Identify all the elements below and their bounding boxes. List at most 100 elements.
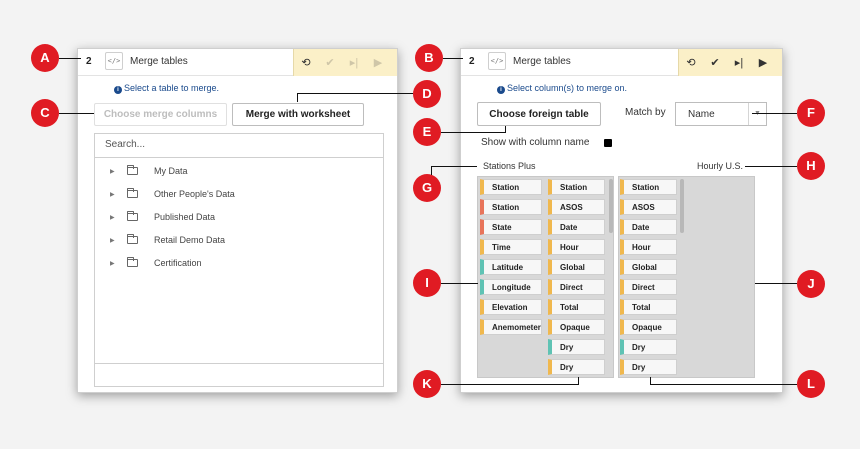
code-icon[interactable]: </> xyxy=(488,52,506,70)
undo-icon[interactable]: ⟲ xyxy=(679,49,703,76)
expand-caret-icon[interactable]: ▶ xyxy=(110,214,115,221)
expand-caret-icon[interactable]: ▶ xyxy=(110,237,115,244)
tree-item[interactable]: ▶ Other People's Data xyxy=(95,188,383,206)
column-chip[interactable]: Dry xyxy=(620,359,677,375)
callout-i: I xyxy=(413,269,441,297)
step-icon[interactable]: ▸| xyxy=(727,49,751,76)
tree-item-label: My Data xyxy=(154,166,188,176)
chevron-down-icon[interactable]: ▼ xyxy=(748,103,766,125)
table-browser: Search... ▶ My Data ▶ Other People's Dat… xyxy=(94,133,384,387)
callout-a: A xyxy=(31,44,59,72)
callout-leader-line xyxy=(441,384,579,385)
callout-d: D xyxy=(413,80,441,108)
callout-e: E xyxy=(413,118,441,146)
column-chip[interactable]: Hour xyxy=(548,239,605,255)
check-icon[interactable]: ✔ xyxy=(703,49,727,76)
column-chip[interactable]: Dry xyxy=(620,339,677,355)
panel-title: Merge tables xyxy=(130,56,188,67)
code-icon[interactable]: </> xyxy=(105,52,123,70)
folder-icon xyxy=(127,234,138,244)
column-chip[interactable]: Elevation xyxy=(480,299,542,315)
match-by-select[interactable]: Name ▼ xyxy=(675,102,767,126)
step-number: 2 xyxy=(469,56,475,67)
merge-with-worksheet-button[interactable]: Merge with worksheet xyxy=(232,103,364,126)
folder-icon xyxy=(127,188,138,198)
callout-f: F xyxy=(797,99,825,127)
column-chip[interactable]: State xyxy=(480,219,542,235)
column-chip[interactable]: Date xyxy=(620,219,677,235)
column-chip[interactable]: Total xyxy=(548,299,605,315)
column-chip[interactable]: Hour xyxy=(620,239,677,255)
column-chip[interactable]: Global xyxy=(620,259,677,275)
info-icon: i xyxy=(497,86,505,94)
column-chip[interactable]: Direct xyxy=(548,279,605,295)
callout-leader-line xyxy=(745,166,797,167)
callout-h: H xyxy=(797,152,825,180)
info-text: Select column(s) to merge on. xyxy=(507,83,628,93)
scrollbar[interactable] xyxy=(680,179,684,233)
column-chip[interactable]: Station xyxy=(480,179,542,195)
tree-item[interactable]: ▶ My Data xyxy=(95,165,383,183)
expand-caret-icon[interactable]: ▶ xyxy=(110,191,115,198)
play-icon[interactable]: ▶ xyxy=(751,49,775,76)
left-table-name: Stations Plus xyxy=(483,161,536,171)
tree-item[interactable]: ▶ Retail Demo Data xyxy=(95,234,383,252)
search-input[interactable]: Search... xyxy=(95,134,383,158)
undo-icon[interactable]: ⟲ xyxy=(294,49,318,76)
scrollbar[interactable] xyxy=(609,179,613,233)
callout-k: K xyxy=(413,370,441,398)
column-chip[interactable]: Dry xyxy=(548,359,605,375)
show-column-name-checkbox[interactable] xyxy=(604,139,612,147)
column-chip[interactable]: Time xyxy=(480,239,542,255)
callout-leader-line xyxy=(650,384,797,385)
panel-header: 2 </> Merge tables ⟲ ✔ ▸| ▶ xyxy=(461,49,782,76)
tree-item-label: Other People's Data xyxy=(154,189,235,199)
play-icon[interactable]: ▶ xyxy=(366,49,390,76)
callout-leader-line xyxy=(578,377,579,385)
column-chip[interactable]: Direct xyxy=(620,279,677,295)
column-chip[interactable]: Date xyxy=(548,219,605,235)
column-chip[interactable]: Station xyxy=(620,179,677,195)
callout-leader-line xyxy=(443,58,463,59)
check-icon[interactable]: ✔ xyxy=(318,49,342,76)
column-chip[interactable]: Anemometer xyxy=(480,319,542,335)
column-chip[interactable]: Dry xyxy=(548,339,605,355)
expand-caret-icon[interactable]: ▶ xyxy=(110,168,115,175)
callout-g: G xyxy=(413,174,441,202)
right-merge-panel: 2 </> Merge tables ⟲ ✔ ▸| ▶ i Select colu… xyxy=(460,48,783,393)
column-chip[interactable]: ASOS xyxy=(620,199,677,215)
match-by-label: Match by xyxy=(625,107,666,118)
tree-item-label: Certification xyxy=(154,258,202,268)
panel-header: 2 </> Merge tables ⟲ ✔ ▸| ▶ xyxy=(78,49,397,76)
tree-item[interactable]: ▶ Published Data xyxy=(95,211,383,229)
tree-item[interactable]: ▶ Certification xyxy=(95,257,383,275)
column-chip[interactable]: Global xyxy=(548,259,605,275)
tree-item-label: Published Data xyxy=(154,212,216,222)
callout-leader-line xyxy=(297,93,298,102)
column-chip[interactable]: Station xyxy=(548,179,605,195)
callout-leader-line xyxy=(505,126,506,133)
column-chip[interactable]: Station xyxy=(480,199,542,215)
match-by-value: Name xyxy=(688,109,715,120)
info-message: i Select a table to merge. xyxy=(114,83,219,94)
callout-leader-line xyxy=(431,166,432,175)
callout-leader-line xyxy=(755,283,797,284)
choose-merge-columns-button[interactable]: Choose merge columns xyxy=(94,103,227,126)
callout-leader-line xyxy=(431,166,477,167)
folder-icon xyxy=(127,211,138,221)
callout-c: C xyxy=(31,99,59,127)
browser-footer xyxy=(95,363,383,386)
column-chip[interactable]: Opaque xyxy=(548,319,605,335)
column-chip[interactable]: Latitude xyxy=(480,259,542,275)
callout-leader-line xyxy=(59,58,81,59)
column-chip[interactable]: ASOS xyxy=(548,199,605,215)
callout-leader-line xyxy=(441,132,505,133)
column-chip[interactable]: Longitude xyxy=(480,279,542,295)
step-icon[interactable]: ▸| xyxy=(342,49,366,76)
callout-j: J xyxy=(797,270,825,298)
column-chip[interactable]: Total xyxy=(620,299,677,315)
column-chip[interactable]: Opaque xyxy=(620,319,677,335)
right-table-name: Hourly U.S. xyxy=(697,161,744,171)
expand-caret-icon[interactable]: ▶ xyxy=(110,260,115,267)
choose-foreign-table-button[interactable]: Choose foreign table xyxy=(477,102,601,126)
